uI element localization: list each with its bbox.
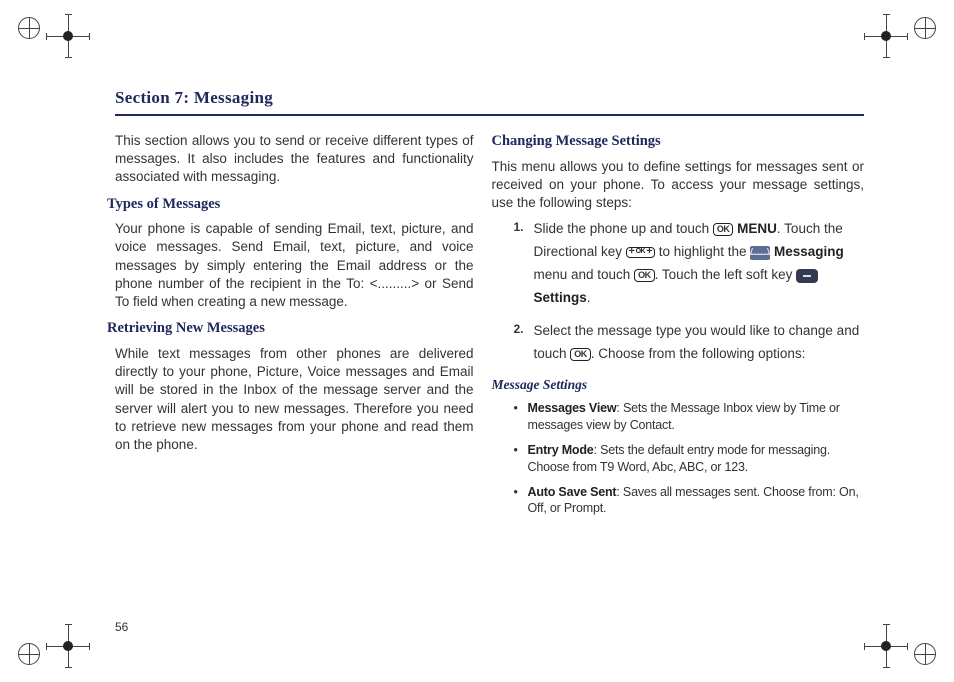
crop-mark-top-left — [18, 14, 74, 70]
bullet-term: Messages View — [528, 401, 617, 415]
crop-mark-bottom-left — [18, 612, 74, 668]
bullet-term: Auto Save Sent — [528, 485, 617, 499]
step2-text-b: . Choose from the following options: — [591, 346, 806, 361]
changing-intro: This menu allows you to define settings … — [492, 158, 865, 213]
message-settings-bullets: •Messages View: Sets the Message Inbox v… — [514, 400, 865, 517]
intro-paragraph: This section allows you to send or recei… — [115, 132, 474, 187]
heading-message-settings: Message Settings — [492, 376, 865, 394]
ok-key-icon: OK — [570, 348, 591, 361]
page-content: Section 7: Messaging This section allows… — [115, 88, 864, 622]
bullet-icon: • — [514, 400, 528, 434]
step1-text-c: to highlight the — [659, 244, 751, 259]
list-item: •Messages View: Sets the Message Inbox v… — [514, 400, 865, 434]
left-soft-key-icon — [796, 269, 818, 283]
heading-retrieving-new-messages: Retrieving New Messages — [107, 319, 474, 339]
bullet-icon: • — [514, 442, 528, 476]
left-column: This section allows you to send or recei… — [115, 132, 474, 525]
step-1: 1. Slide the phone up and touch OK MENU.… — [514, 218, 865, 310]
bullet-term: Entry Mode — [528, 443, 594, 457]
heading-changing-message-settings: Changing Message Settings — [492, 132, 865, 152]
step-number: 2. — [514, 320, 534, 337]
types-body: Your phone is capable of sending Email, … — [115, 220, 474, 311]
page-number: 56 — [115, 620, 128, 634]
ok-key-icon: OK — [713, 223, 734, 236]
bullet-body: Entry Mode: Sets the default entry mode … — [528, 442, 865, 476]
bullet-body: Messages View: Sets the Message Inbox vi… — [528, 400, 865, 434]
bullet-icon: • — [514, 484, 528, 518]
crop-mark-bottom-right — [880, 612, 936, 668]
heading-types-of-messages: Types of Messages — [107, 195, 474, 215]
list-item: •Entry Mode: Sets the default entry mode… — [514, 442, 865, 476]
settings-label: Settings — [534, 290, 587, 305]
messaging-envelope-icon — [750, 246, 770, 260]
menu-label: MENU — [737, 221, 777, 236]
step1-text-f: . — [587, 290, 591, 305]
step1-text-a: Slide the phone up and touch — [534, 221, 713, 236]
crop-mark-top-right — [880, 14, 936, 70]
ok-key-icon: OK — [634, 269, 655, 282]
settings-steps: 1. Slide the phone up and touch OK MENU.… — [514, 218, 865, 366]
step1-text-d: menu and touch — [534, 267, 635, 282]
section-title: Section 7: Messaging — [115, 88, 864, 116]
step-number: 1. — [514, 218, 534, 235]
bullet-body: Auto Save Sent: Saves all messages sent.… — [528, 484, 865, 518]
directional-key-icon: ✛ OK ✛ — [626, 247, 655, 257]
retrieve-body: While text messages from other phones ar… — [115, 345, 474, 454]
step1-text-e: . Touch the left soft key — [655, 267, 797, 282]
step-2: 2. Select the message type you would lik… — [514, 320, 865, 366]
right-column: Changing Message Settings This menu allo… — [506, 132, 865, 525]
list-item: •Auto Save Sent: Saves all messages sent… — [514, 484, 865, 518]
messaging-label: Messaging — [774, 244, 844, 259]
